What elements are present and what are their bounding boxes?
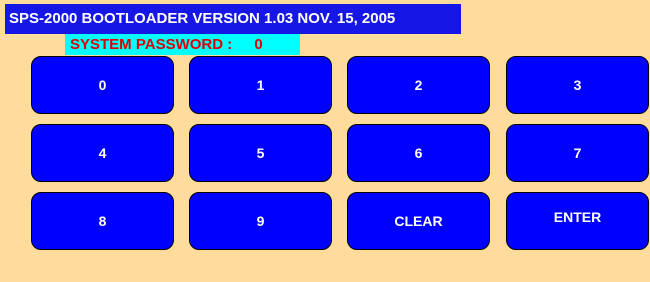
key-7-button[interactable]: 7 (506, 124, 649, 182)
key-8-button[interactable]: 8 (31, 192, 174, 250)
window-title: SPS-2000 BOOTLOADER VERSION 1.03 NOV. 15… (9, 10, 396, 27)
key-2-button[interactable]: 2 (347, 56, 490, 114)
password-label: SYSTEM PASSWORD : (70, 36, 233, 53)
password-display: SYSTEM PASSWORD : 0 (65, 34, 300, 55)
clear-button[interactable]: CLEAR (347, 192, 490, 250)
window-title-bar: SPS-2000 BOOTLOADER VERSION 1.03 NOV. 15… (5, 4, 461, 34)
key-0-button[interactable]: 0 (31, 56, 174, 114)
key-3-button[interactable]: 3 (506, 56, 649, 114)
enter-button[interactable]: ENTER (506, 192, 649, 250)
key-1-button[interactable]: 1 (189, 56, 332, 114)
key-9-button[interactable]: 9 (189, 192, 332, 250)
key-4-button[interactable]: 4 (31, 124, 174, 182)
key-5-button[interactable]: 5 (189, 124, 332, 182)
key-6-button[interactable]: 6 (347, 124, 490, 182)
password-value: 0 (254, 36, 263, 53)
